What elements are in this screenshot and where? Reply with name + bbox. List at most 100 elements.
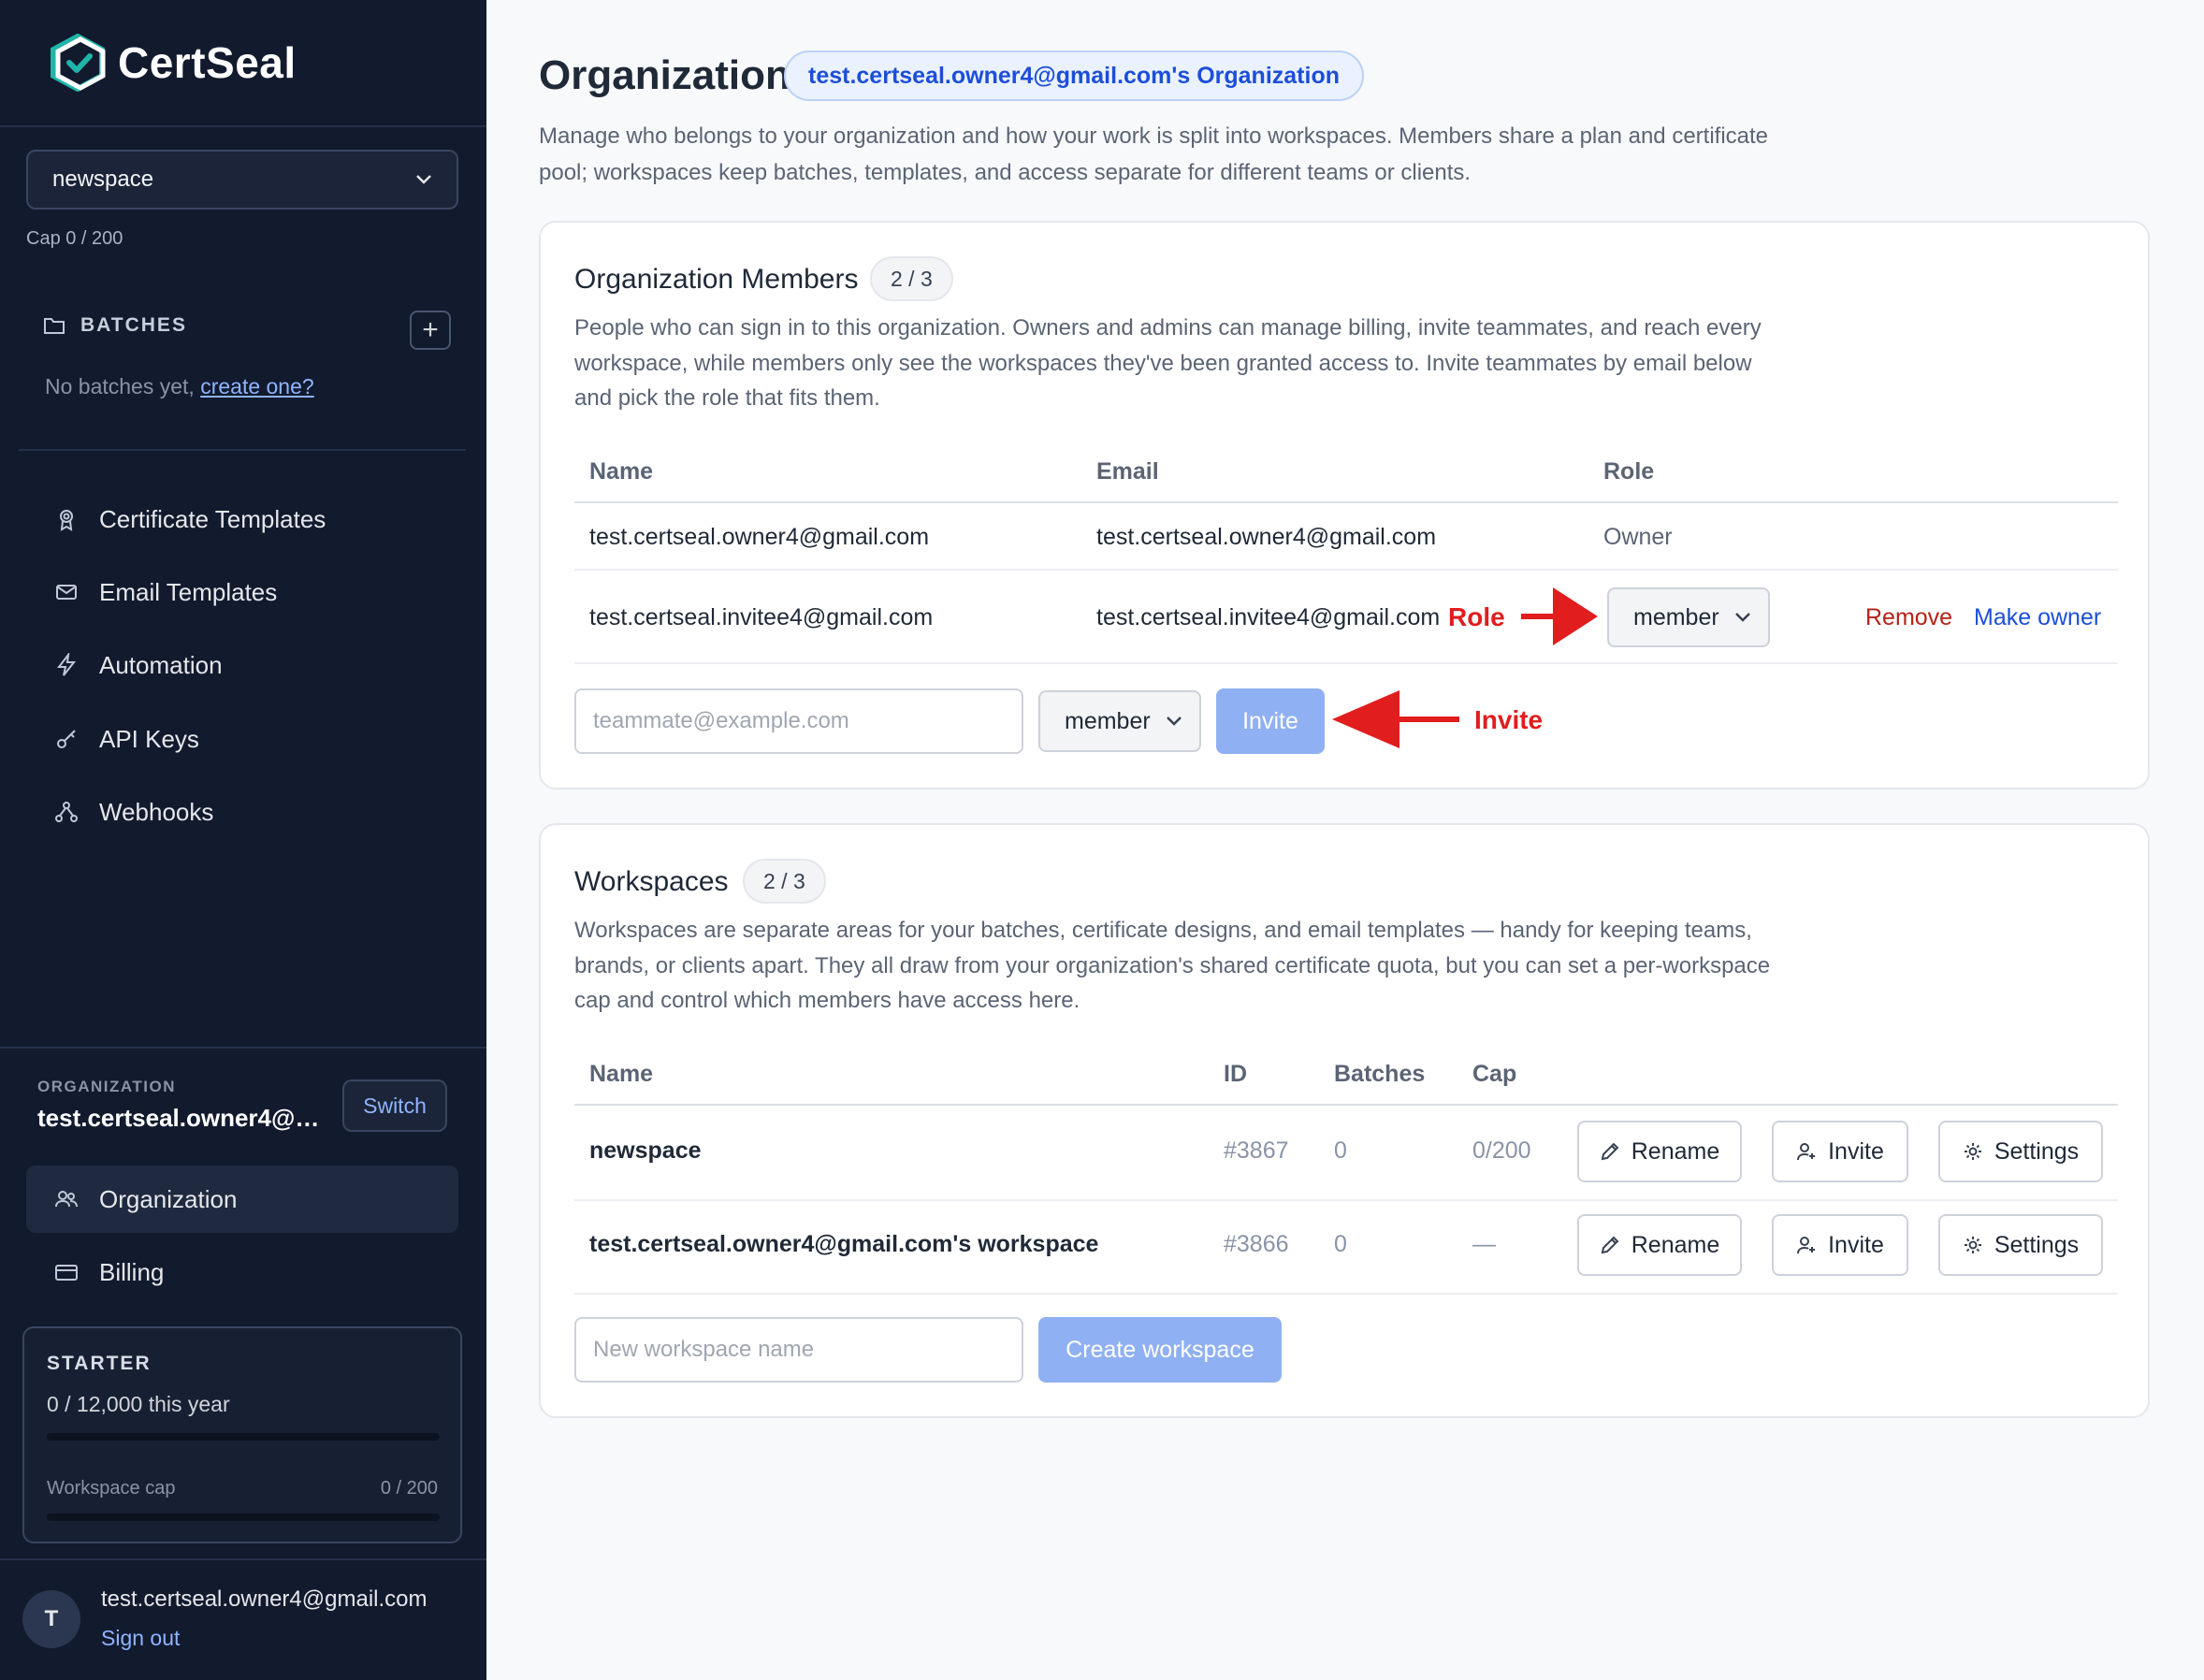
brand[interactable]: CertSeal	[47, 34, 297, 92]
pencil-icon	[1601, 1142, 1619, 1161]
member-email: test.certseal.owner4@gmail.com	[1096, 524, 1437, 550]
member-role-select[interactable]: member	[1607, 587, 1770, 647]
rename-workspace-button[interactable]: Rename	[1577, 1214, 1742, 1276]
plan-usage: 0 / 12,000 this year	[47, 1392, 230, 1416]
certseal-logo-icon	[51, 34, 106, 92]
annotation-invite-label: Invite	[1474, 705, 1544, 734]
workspace-batches: 0	[1334, 1231, 1347, 1257]
nav-email-templates[interactable]: Email Templates	[26, 558, 458, 626]
workspace-cap-bar	[47, 1513, 440, 1521]
button-label: Rename	[1631, 1231, 1720, 1258]
new-workspace-name-input[interactable]: New workspace name	[574, 1317, 1023, 1383]
batches-heading: BATCHES	[43, 314, 187, 337]
members-count-badge: 2 / 3	[870, 256, 953, 301]
invite-to-workspace-button[interactable]: Invite	[1772, 1214, 1908, 1276]
rename-workspace-button[interactable]: Rename	[1577, 1121, 1742, 1182]
workspace-select[interactable]: newspace	[26, 150, 458, 210]
column-header-email: Email	[1096, 458, 1159, 485]
workspaces-title: Workspaces	[574, 866, 729, 897]
remove-member-link[interactable]: Remove	[1865, 604, 1952, 631]
chevron-down-icon	[1735, 613, 1750, 622]
invite-email-input[interactable]: teammate@example.com	[574, 688, 1023, 754]
plan-usage-bar	[47, 1433, 440, 1441]
workspaces-description: Workspaces are separate areas for your b…	[574, 918, 1771, 1013]
invite-button[interactable]: Invite	[1216, 688, 1325, 754]
nav-automation[interactable]: Automation	[26, 631, 458, 699]
plan-name: STARTER	[47, 1353, 152, 1374]
column-header-name: Name	[589, 458, 654, 485]
organization-label: ORGANIZATION	[37, 1078, 177, 1095]
table-divider	[574, 1293, 2118, 1295]
workspace-id: #3866	[1224, 1231, 1289, 1257]
lightning-icon	[56, 653, 77, 676]
nav-organization[interactable]: Organization	[26, 1166, 458, 1233]
workspaces-count-badge: 2 / 3	[743, 859, 826, 904]
sidebar: CertSeal newspace Cap 0 / 200 BATCHES + …	[0, 0, 486, 1680]
key-icon	[57, 730, 76, 748]
user-email: test.certseal.owner4@gmail.com	[101, 1586, 428, 1612]
organization-name: test.certseal.owner4@g...	[37, 1104, 327, 1132]
make-owner-link[interactable]: Make owner	[1974, 604, 2101, 631]
gear-icon	[1964, 1143, 1981, 1160]
avatar[interactable]: T	[22, 1590, 80, 1648]
batches-empty-text: No batches yet,	[45, 374, 201, 398]
nav-label: Automation	[99, 650, 223, 679]
user-plus-icon	[1797, 1237, 1816, 1254]
button-label: Settings	[1994, 1231, 2080, 1258]
nav-api-keys[interactable]: API Keys	[26, 705, 458, 773]
column-header-id: ID	[1224, 1061, 1247, 1087]
member-role: Owner	[1603, 524, 1673, 550]
workspace-batches: 0	[1334, 1137, 1347, 1164]
workspace-cap: —	[1472, 1231, 1496, 1257]
nav-billing[interactable]: Billing	[26, 1238, 458, 1306]
nav-webhooks[interactable]: Webhooks	[26, 778, 458, 846]
certificate-icon	[60, 510, 73, 531]
annotation-arrow-left-icon	[1332, 690, 1459, 748]
button-label: Invite	[1828, 1137, 1884, 1165]
invite-role-select[interactable]: member	[1038, 690, 1201, 752]
nav-label: Email Templates	[99, 577, 278, 606]
workspace-id: #3867	[1224, 1137, 1289, 1164]
folder-icon	[44, 318, 65, 334]
nav-certificate-templates[interactable]: Certificate Templates	[26, 485, 458, 553]
member-role-value: member	[1633, 603, 1719, 630]
invite-to-workspace-button[interactable]: Invite	[1772, 1121, 1908, 1182]
plus-icon: +	[422, 314, 439, 345]
add-batch-button[interactable]: +	[410, 311, 451, 350]
annotation-role-label: Role	[1448, 602, 1505, 631]
member-name: test.certseal.invitee4@gmail.com	[589, 604, 934, 630]
button-label: Settings	[1994, 1137, 2080, 1165]
sidebar-divider	[0, 1047, 486, 1049]
workspace-settings-button[interactable]: Settings	[1938, 1214, 2103, 1276]
credit-card-icon	[55, 1265, 78, 1281]
sign-out-link[interactable]: Sign out	[101, 1626, 180, 1651]
workspace-settings-button[interactable]: Settings	[1938, 1121, 2103, 1182]
workspace-select-value: newspace	[52, 167, 154, 192]
switch-organization-button[interactable]: Switch	[342, 1079, 447, 1132]
gear-icon	[1964, 1237, 1981, 1253]
workspace-name: newspace	[589, 1137, 702, 1164]
webhook-icon	[55, 802, 78, 822]
nav-label: Organization	[99, 1184, 238, 1213]
table-divider	[574, 662, 2118, 664]
nav-label: Webhooks	[99, 797, 214, 826]
batches-empty-state: No batches yet, create one?	[45, 374, 314, 399]
workspace-cap: 0/200	[1472, 1137, 1531, 1164]
create-batch-link[interactable]: create one?	[200, 374, 313, 398]
page-description: Manage who belongs to your organization …	[539, 123, 1769, 185]
invite-role-value: member	[1065, 707, 1151, 734]
workspace-cap-value: 0 / 200	[380, 1478, 438, 1499]
create-workspace-button[interactable]: Create workspace	[1038, 1317, 1282, 1383]
workspace-cap-label: Workspace cap	[47, 1478, 176, 1499]
table-divider	[574, 501, 2118, 503]
members-title: Organization Members	[574, 264, 859, 295]
pencil-icon	[1601, 1236, 1619, 1254]
table-divider	[574, 569, 2118, 571]
sidebar-divider	[19, 449, 466, 451]
mail-icon	[56, 585, 77, 600]
organization-badge: test.certseal.owner4@gmail.com's Organiz…	[784, 51, 1364, 101]
table-divider	[574, 1199, 2118, 1201]
member-name: test.certseal.owner4@gmail.com	[589, 524, 930, 550]
members-description: People who can sign in to this organizat…	[574, 315, 1762, 411]
nav-label: Certificate Templates	[99, 504, 326, 533]
